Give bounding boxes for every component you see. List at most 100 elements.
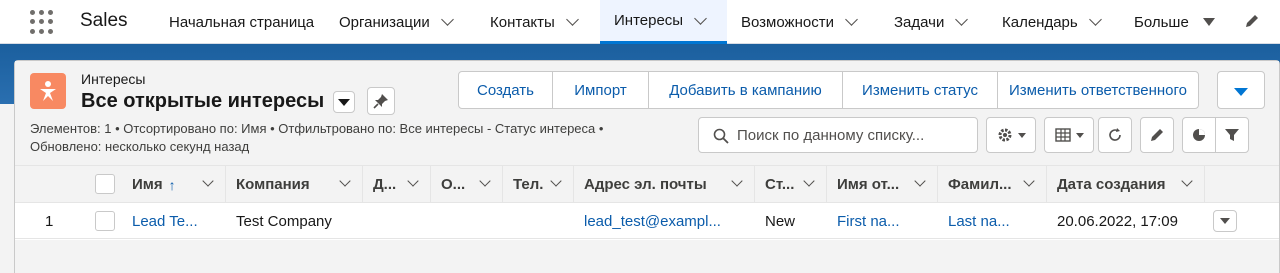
chevron-down-icon[interactable] [956, 17, 966, 27]
cell-email-link[interactable]: lead_test@exampl... [574, 203, 755, 239]
column-header-status[interactable]: Ст... [755, 166, 827, 203]
cell-company: Test Company [236, 212, 332, 230]
cell-name-link[interactable]: Lead Te... [122, 203, 226, 239]
select-all-checkbox[interactable] [95, 174, 115, 194]
column-label: Компания [236, 176, 310, 193]
data-table: Имя ↑ Компания Д... О... Тел. Адрес эл. … [15, 165, 1279, 273]
pencil-icon [1151, 129, 1163, 141]
column-header-phone[interactable]: Тел. [503, 166, 574, 203]
cell-phone [503, 203, 574, 239]
column-label: Имя от... [837, 176, 900, 193]
nav-item-label: Больше [1134, 13, 1189, 31]
nav-item-contacts[interactable]: Контакты [476, 0, 577, 44]
chevron-down-icon[interactable] [409, 178, 418, 187]
list-view-header: Интересы Все открытые интересы Создать И… [15, 61, 1279, 165]
column-label: Фамил... [948, 176, 1012, 193]
action-button-group: Создать Импорт Добавить в кампанию Измен… [458, 71, 1199, 109]
column-label: Имя [132, 176, 163, 193]
search-placeholder: Поиск по данному списку... [737, 126, 925, 144]
pin-icon [373, 94, 388, 109]
list-view-meta: Элементов: 1 • Отсортировано по: Имя • О… [30, 120, 603, 156]
nav-item-home[interactable]: Начальная страница [155, 0, 314, 44]
list-view-card: Интересы Все открытые интересы Создать И… [14, 60, 1280, 273]
caret-down-icon [1017, 132, 1026, 138]
nav-item-more[interactable]: Больше [1120, 0, 1215, 44]
nav-item-label: Возможности [741, 13, 834, 31]
change-status-button[interactable]: Изменить статус [843, 72, 998, 108]
sort-ascending-icon: ↑ [168, 176, 176, 193]
lead-icon [30, 73, 66, 109]
column-header-email[interactable]: Адрес эл. почты [574, 166, 755, 203]
display-as-button[interactable] [1044, 117, 1094, 153]
cell-first-name-link[interactable]: First na... [827, 203, 938, 239]
nav-item-accounts[interactable]: Организации [325, 0, 452, 44]
chevron-down-icon[interactable] [1183, 178, 1192, 187]
chevron-down-icon[interactable] [733, 178, 742, 187]
nav-item-tasks[interactable]: Задачи [880, 0, 966, 44]
chevron-down-icon[interactable] [695, 16, 705, 26]
column-label: Адрес эл. почты [584, 176, 707, 193]
object-label: Интересы [81, 71, 146, 87]
caret-down-icon [338, 98, 350, 106]
new-button[interactable]: Создать [459, 72, 553, 108]
app-launcher-icon[interactable] [30, 10, 54, 34]
column-header-name[interactable]: Имя ↑ [122, 166, 226, 203]
search-input[interactable]: Поиск по данному списку... [698, 117, 978, 153]
row-actions-button[interactable] [1213, 210, 1237, 232]
caret-down-icon [1075, 132, 1084, 138]
chevron-down-icon[interactable] [204, 178, 213, 187]
chevron-down-icon[interactable] [552, 178, 561, 187]
caret-down-icon [1234, 88, 1248, 96]
list-view-picker-button[interactable] [333, 91, 355, 113]
import-button[interactable]: Импорт [553, 72, 649, 108]
pin-list-button[interactable] [367, 87, 395, 115]
column-header-company[interactable]: Компания [226, 166, 363, 203]
nav-item-leads[interactable]: Интересы [600, 0, 727, 44]
caret-down-icon[interactable] [1202, 18, 1215, 26]
list-settings-button[interactable] [986, 117, 1036, 153]
inline-edit-button[interactable] [1140, 117, 1174, 153]
chevron-down-icon[interactable] [846, 17, 856, 27]
chevron-down-icon[interactable] [341, 178, 350, 187]
chevron-down-icon[interactable] [1090, 17, 1100, 27]
change-owner-button[interactable]: Изменить ответственного [998, 72, 1198, 108]
column-label: Дата создания [1057, 176, 1166, 193]
caret-down-icon [1220, 218, 1230, 224]
cell-last-name-link[interactable]: Last na... [938, 203, 1047, 239]
charts-button[interactable] [1182, 117, 1216, 153]
column-header-created-date[interactable]: Дата создания [1047, 166, 1205, 203]
chevron-down-icon[interactable] [1025, 178, 1034, 187]
list-view-title: Все открытые интересы [81, 90, 325, 112]
nav-item-label: Контакты [490, 13, 555, 31]
filter-button[interactable] [1215, 117, 1249, 153]
chevron-down-icon[interactable] [567, 17, 577, 27]
more-actions-button[interactable] [1217, 71, 1265, 109]
edit-nav-icon[interactable] [1243, 12, 1261, 30]
refresh-button[interactable] [1098, 117, 1132, 153]
table-icon [1054, 128, 1071, 142]
row-number: 1 [45, 212, 54, 230]
global-nav: Sales Начальная страница Организации Кон… [0, 0, 1280, 44]
column-header-last-name[interactable]: Фамил... [938, 166, 1047, 203]
column-header-o[interactable]: О... [431, 166, 503, 203]
chevron-down-icon[interactable] [442, 17, 452, 27]
column-header-first-name[interactable]: Имя от... [827, 166, 938, 203]
chevron-down-icon[interactable] [805, 178, 814, 187]
nav-item-calendar[interactable]: Календарь [988, 0, 1100, 44]
nav-item-opportunities[interactable]: Возможности [727, 0, 856, 44]
search-icon [713, 128, 729, 144]
add-to-campaign-button[interactable]: Добавить в кампанию [649, 72, 843, 108]
cell-created-date: 20.06.2022, 17:09 [1057, 212, 1178, 230]
chevron-down-icon[interactable] [916, 178, 925, 187]
column-label: Ст... [765, 176, 795, 193]
nav-item-label: Интересы [614, 12, 684, 29]
app-name: Sales [80, 10, 128, 31]
column-header-d[interactable]: Д... [363, 166, 431, 203]
chevron-down-icon[interactable] [481, 178, 490, 187]
meta-line: Обновлено: несколько секунд назад [30, 139, 250, 154]
meta-line: Элементов: 1 • Отсортировано по: Имя • О… [30, 121, 604, 136]
cell-d [363, 203, 431, 239]
row-checkbox[interactable] [95, 211, 115, 231]
column-label: Д... [373, 176, 397, 193]
nav-item-label: Календарь [1002, 13, 1078, 31]
